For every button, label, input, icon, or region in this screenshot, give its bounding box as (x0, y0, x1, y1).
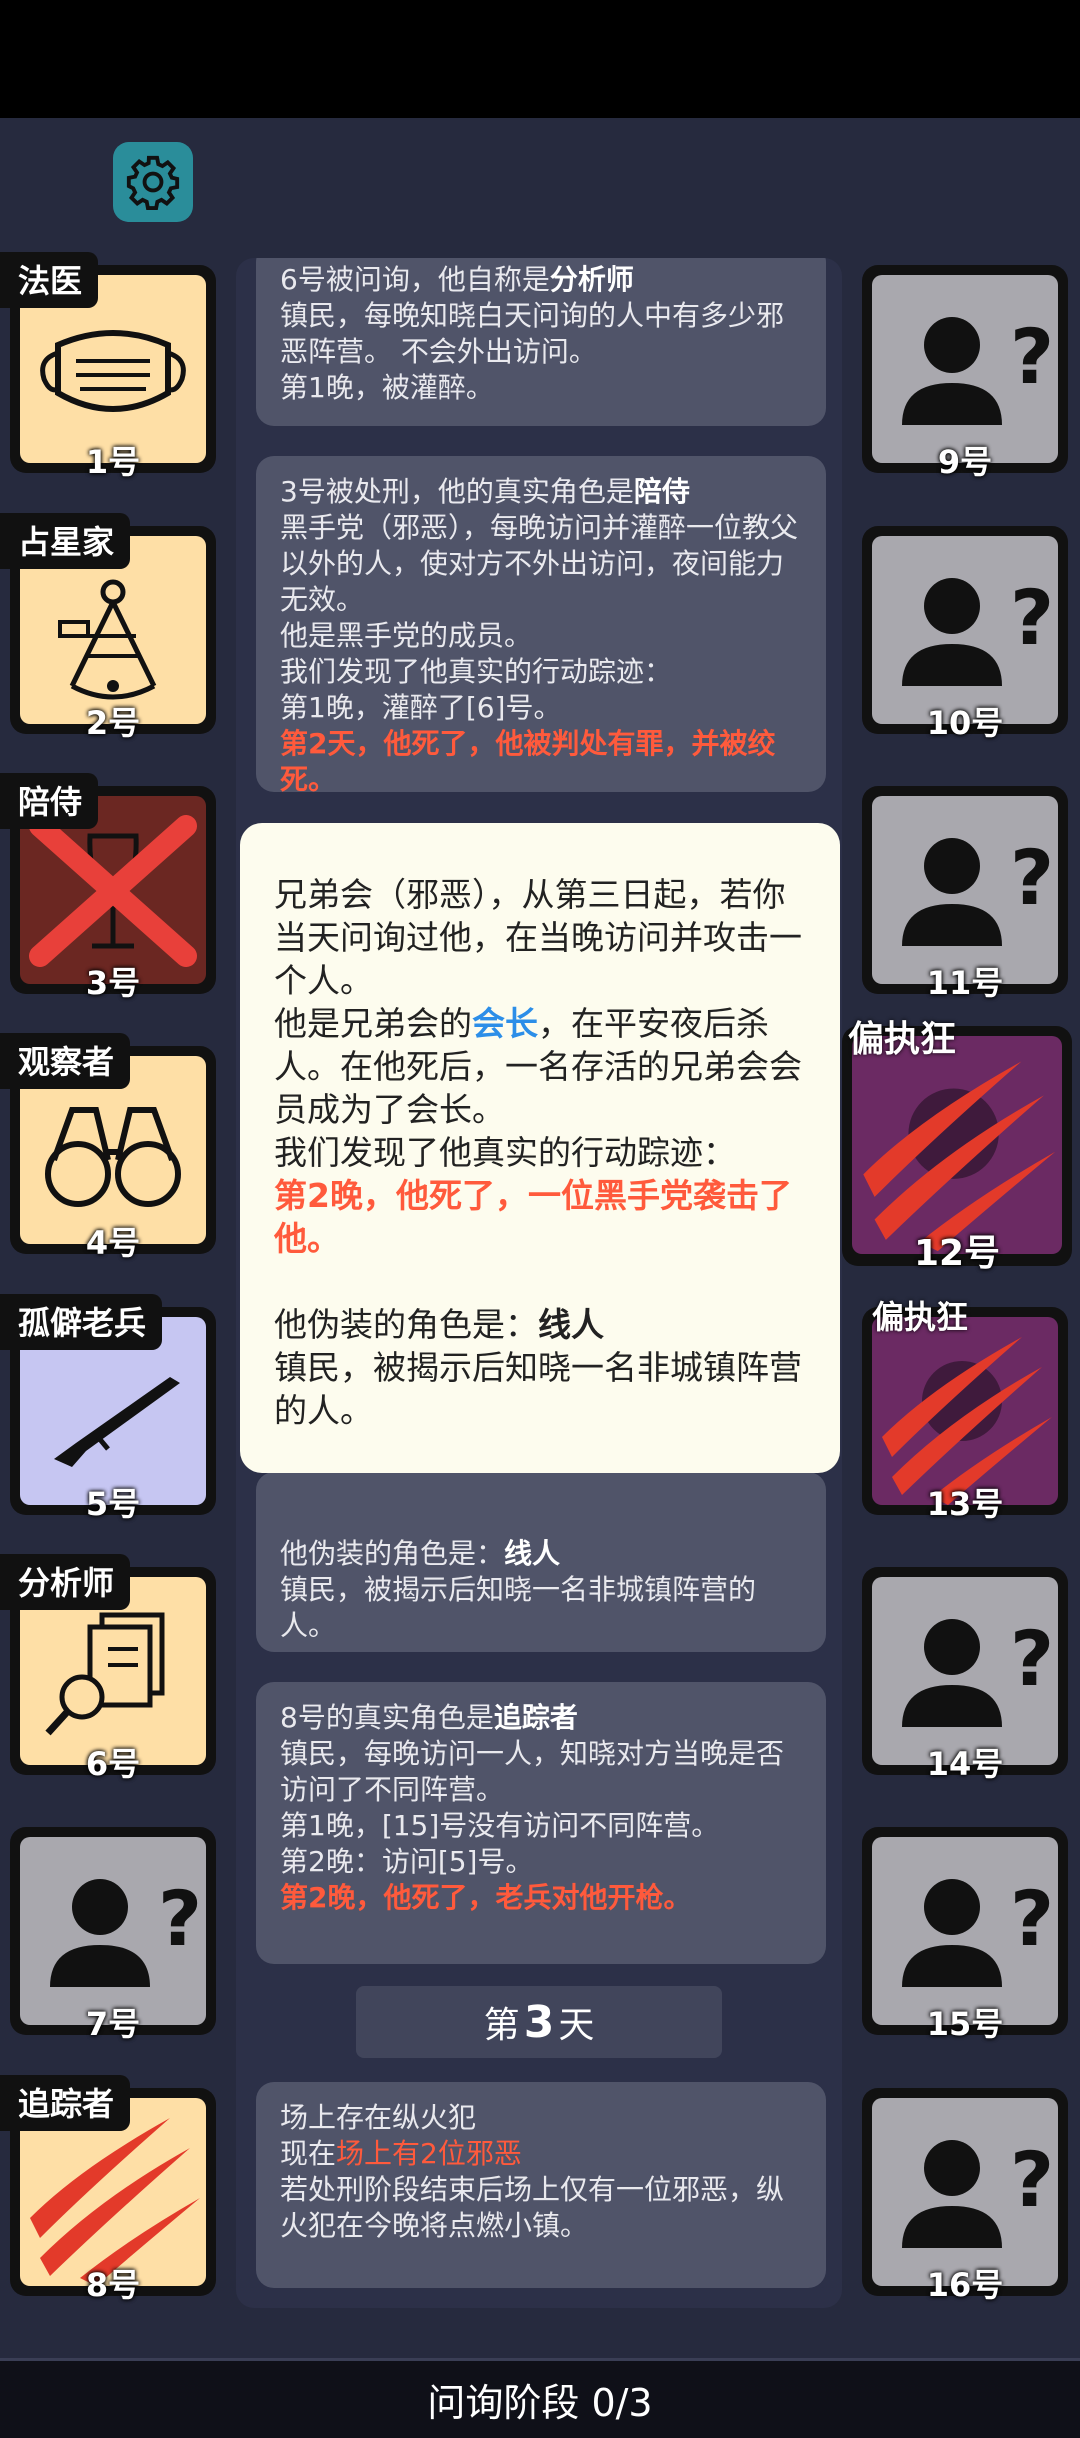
player-number: 6号 (85, 1745, 141, 1783)
svg-text:?: ? (1010, 312, 1054, 401)
unknown-person-icon: ? (902, 573, 1054, 686)
role-label: 孤僻老兵 (0, 1294, 163, 1350)
day-divider: 第3天 (356, 1986, 722, 2058)
role-label: 追踪者 (0, 2075, 131, 2131)
player-number: 7号 (85, 2005, 141, 2043)
role-label: 陪侍 (0, 773, 99, 829)
player-number: 8号 (85, 2266, 141, 2304)
svg-text:?: ? (158, 1874, 202, 1963)
svg-text:?: ? (1010, 573, 1054, 662)
role-detail-popup[interactable]: 兄弟会（邪恶），从第三日起，若你当天问询过他，在当晚访问并攻击一个人。 他是兄弟… (240, 823, 840, 1473)
player-slot-14[interactable]: ? 14号 (862, 1567, 1068, 1783)
player-number: 5号 (85, 1485, 141, 1523)
status-bar (0, 0, 1080, 118)
player-number: 2号 (85, 704, 141, 742)
popup-death-text: 第2晚，他死了，一位黑手党袭击了他。 (274, 1176, 792, 1258)
player-slot-16[interactable]: ? 16号 (862, 2088, 1068, 2304)
player-number: 12号 (913, 1233, 1001, 1274)
phase-bar: 问询阶段 0/3 (0, 2358, 1080, 2438)
unknown-person-icon: ? (902, 312, 1054, 425)
role-link-leader[interactable]: 会长 (472, 1004, 538, 1043)
role-label: 偏执狂 (848, 1019, 957, 1060)
player-number: 10号 (926, 704, 1004, 742)
log-card-tracker: 8号的真实角色是追踪者 镇民，每晚访问一人，知晓对方当晚是否访问了不同阵营。 第… (256, 1682, 826, 1964)
unknown-person-icon: ? (902, 1874, 1054, 1987)
player-number: 1号 (85, 443, 141, 481)
claw-marks-icon (882, 1337, 1052, 1505)
player-number: 9号 (937, 443, 993, 481)
player-number: 13号 (926, 1485, 1004, 1523)
log-card-interrogation: 6号被问询，他自称是分析师 镇民，每晚知晓白天问询的人中有多少邪恶阵营。 不会外… (256, 258, 826, 426)
svg-text:?: ? (1010, 1874, 1054, 1963)
unknown-person-icon: ? (50, 1874, 202, 1987)
svg-text:?: ? (1010, 833, 1054, 922)
player-slot-12[interactable]: 12号 (842, 1026, 1072, 1274)
player-number: 14号 (926, 1745, 1004, 1783)
phase-label: 问询阶段 0/3 (427, 2381, 653, 2425)
unknown-person-icon: ? (902, 2135, 1054, 2248)
player-slot-15[interactable]: ? 15号 (862, 1827, 1068, 2043)
role-label: 分析师 (0, 1554, 131, 1610)
role-label: 占星家 (0, 513, 131, 569)
player-slot-7[interactable]: ? 7号 (10, 1827, 216, 2043)
player-slot-11[interactable]: ? 11号 (862, 786, 1068, 1002)
role-label: 法医 (0, 252, 99, 308)
log-card-arsonist: 场上存在纵火犯 现在场上有2位邪恶 若处刑阶段结束后场上仅有一位邪恶，纵火犯在今… (256, 2082, 826, 2288)
svg-text:?: ? (1010, 2135, 1054, 2224)
unknown-person-icon: ? (902, 1614, 1054, 1727)
player-slot-10[interactable]: ? 10号 (862, 526, 1068, 742)
svg-text:?: ? (1010, 1614, 1054, 1703)
player-number: 15号 (926, 2005, 1004, 2043)
player-number: 11号 (926, 964, 1004, 1002)
role-label: 观察者 (0, 1033, 131, 1089)
claw-marks-icon (863, 1061, 1056, 1252)
player-number: 3号 (85, 964, 141, 1002)
player-slot-9[interactable]: ? 9号 (862, 265, 1068, 481)
settings-button[interactable] (113, 142, 193, 222)
popup-description: 兄弟会（邪恶），从第三日起，若你当天问询过他，在当晚访问并攻击一个人。 (274, 875, 802, 1000)
player-number: 4号 (85, 1224, 141, 1262)
player-number: 16号 (926, 2266, 1004, 2304)
unknown-person-icon: ? (902, 833, 1054, 946)
role-label: 偏执狂 (872, 1298, 969, 1336)
player-slot-13[interactable]: 13号 (862, 1307, 1068, 1523)
log-card-execution: 3号被处刑，他的真实角色是陪侍 黑手党（邪恶），每晚访问并灌醉一位教父以外的人，… (256, 456, 826, 796)
gear-icon (126, 155, 180, 211)
log-card-disguise: 他伪装的角色是：线人 镇民，被揭示后知晓一名非城镇阵营的人。 (256, 1472, 826, 1652)
